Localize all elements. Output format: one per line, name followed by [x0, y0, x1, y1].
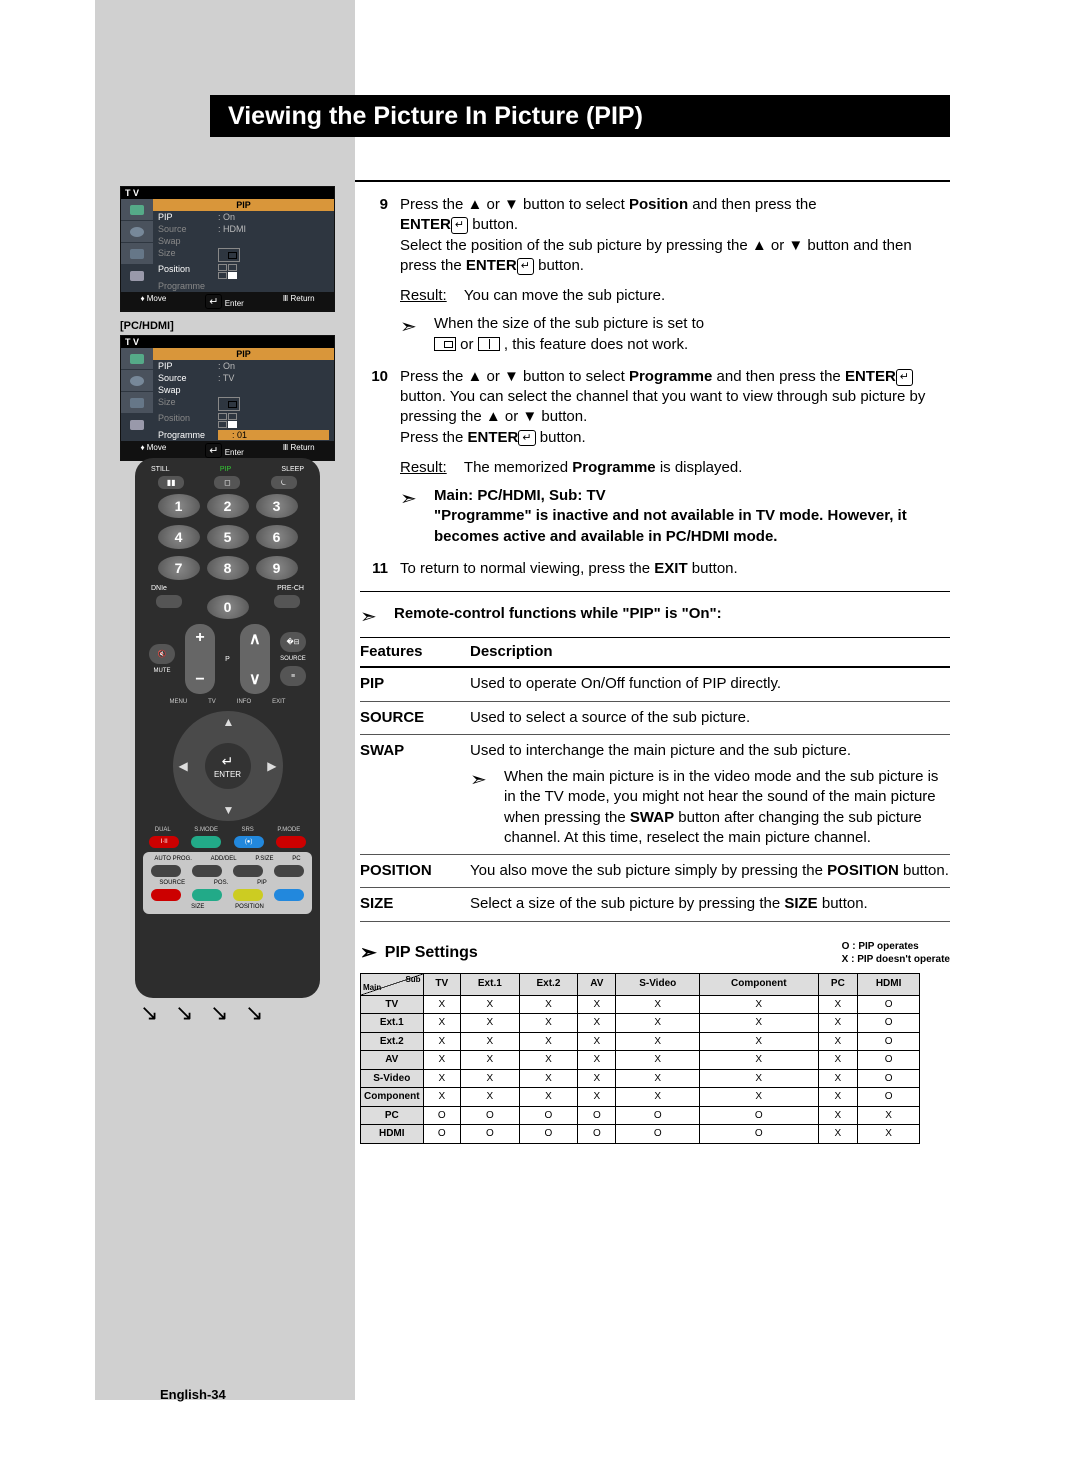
enter-icon: ↵ [451, 217, 468, 234]
blue-button[interactable] [274, 889, 304, 901]
btn-2[interactable]: 2 [207, 494, 249, 518]
btn-5[interactable]: 5 [207, 525, 249, 549]
note-icon: ➣ [400, 486, 434, 547]
osd-foot-enter: ↵ Enter [205, 294, 244, 309]
note-icon: ➣ [360, 604, 394, 631]
enter-icon: ↵ [517, 258, 534, 275]
border-top [355, 180, 950, 182]
osd-foot-move: ♦ Move [140, 294, 166, 309]
btn-4[interactable]: 4 [158, 525, 200, 549]
osd-tab-picture [121, 199, 153, 221]
content-column: 9 Press the ▲ or ▼ button to select Posi… [360, 195, 950, 1144]
sleep-button[interactable]: ⏾ [271, 476, 297, 489]
btn-3[interactable]: 3 [256, 494, 298, 518]
enter-button[interactable]: ↵ENTER [205, 743, 251, 789]
dnie-button[interactable] [156, 595, 182, 608]
callout-arrow-icon: ↘ [245, 1000, 263, 1026]
callout-arrow-icon: ↘ [140, 1000, 158, 1026]
btn-8[interactable]: 8 [207, 556, 249, 580]
pip-settings-heading: ➣ PIP Settings O : PIP operates X : PIP … [360, 940, 950, 967]
prech-button[interactable] [274, 595, 300, 608]
smode-button[interactable] [191, 836, 221, 848]
pip-settings-matrix: SubMain TVExt.1Ext.2AVS-VideoComponentPC… [360, 973, 920, 1144]
osd-foot-return: Ⅲ Return [283, 294, 315, 309]
callout-arrow-icon: ↘ [175, 1000, 193, 1026]
dpad[interactable]: ▲ ▼ ◀ ▶ ↵ENTER [173, 711, 283, 821]
enter-icon: ↵ [518, 430, 535, 447]
remote-control: STILL PIP SLEEP ▮▮ ◻ ⏾ 123 456 789 DNIeP… [135, 458, 320, 998]
callout-arrow-icon: ↘ [210, 1000, 228, 1026]
osd-tv-label: T V [125, 188, 139, 198]
btn-7[interactable]: 7 [158, 556, 200, 580]
step-9: 9 Press the ▲ or ▼ button to select Posi… [360, 195, 950, 355]
txt-button[interactable]: ≡ [280, 666, 306, 686]
btn-6[interactable]: 6 [256, 525, 298, 549]
osd-tab-sound [121, 221, 153, 243]
pip-button[interactable]: ◻ [214, 476, 240, 489]
osd-tab-setup [121, 265, 153, 287]
legend-o: O : PIP operates [842, 940, 950, 953]
page: Viewing the Picture In Picture (PIP) T V… [0, 0, 1080, 1482]
autoprog-button[interactable] [151, 865, 181, 877]
legend-x: X : PIP doesn't operate [842, 953, 950, 966]
program-rocker[interactable]: ∧∨ [240, 624, 270, 694]
step-10: 10 Press the ▲ or ▼ button to select Pro… [360, 367, 950, 547]
features-table: FeaturesDescription PIPUsed to operate O… [360, 637, 950, 922]
rc-note-heading: Remote-control functions while "PIP" is … [394, 604, 950, 631]
adddel-button[interactable] [192, 865, 222, 877]
osd-menu-1: T V PIP PIP: On Source: HDMI Swap Size P… [120, 186, 335, 312]
yellow-button[interactable] [233, 889, 263, 901]
note-icon: ➣ [400, 314, 434, 355]
note-icon: ➣ [470, 767, 504, 848]
note-icon: ➣ [360, 940, 377, 967]
osd-label-pchdmi: [PC/HDMI] [120, 320, 174, 332]
btn-9[interactable]: 9 [256, 556, 298, 580]
psize-button[interactable] [233, 865, 263, 877]
btn-0[interactable]: 0 [207, 595, 249, 619]
volume-rocker[interactable]: +− [185, 624, 215, 694]
page-number: English-34 [160, 1387, 226, 1402]
size-icon-split [478, 337, 500, 351]
enter-icon: ↵ [896, 369, 913, 386]
mute-button[interactable]: 🔇 [149, 644, 175, 664]
red-button[interactable] [151, 889, 181, 901]
still-button[interactable]: ▮▮ [158, 476, 184, 489]
btn-1[interactable]: 1 [158, 494, 200, 518]
source-button[interactable]: �⊟ [280, 632, 306, 652]
osd-title: PIP [153, 199, 334, 211]
green-button[interactable] [192, 889, 222, 901]
step-11: 11 To return to normal viewing, press th… [360, 559, 950, 579]
size-icon-large [434, 337, 456, 351]
dual-button[interactable]: I·II [149, 836, 179, 848]
osd-menu-2: T V PIP PIP: On Source: TV Swap Size Pos… [120, 335, 335, 461]
osd-tab-channel [121, 243, 153, 265]
page-title: Viewing the Picture In Picture (PIP) [210, 95, 950, 137]
pc-button[interactable] [274, 865, 304, 877]
pmode-button[interactable] [276, 836, 306, 848]
srs-button[interactable]: (●) [234, 836, 264, 848]
